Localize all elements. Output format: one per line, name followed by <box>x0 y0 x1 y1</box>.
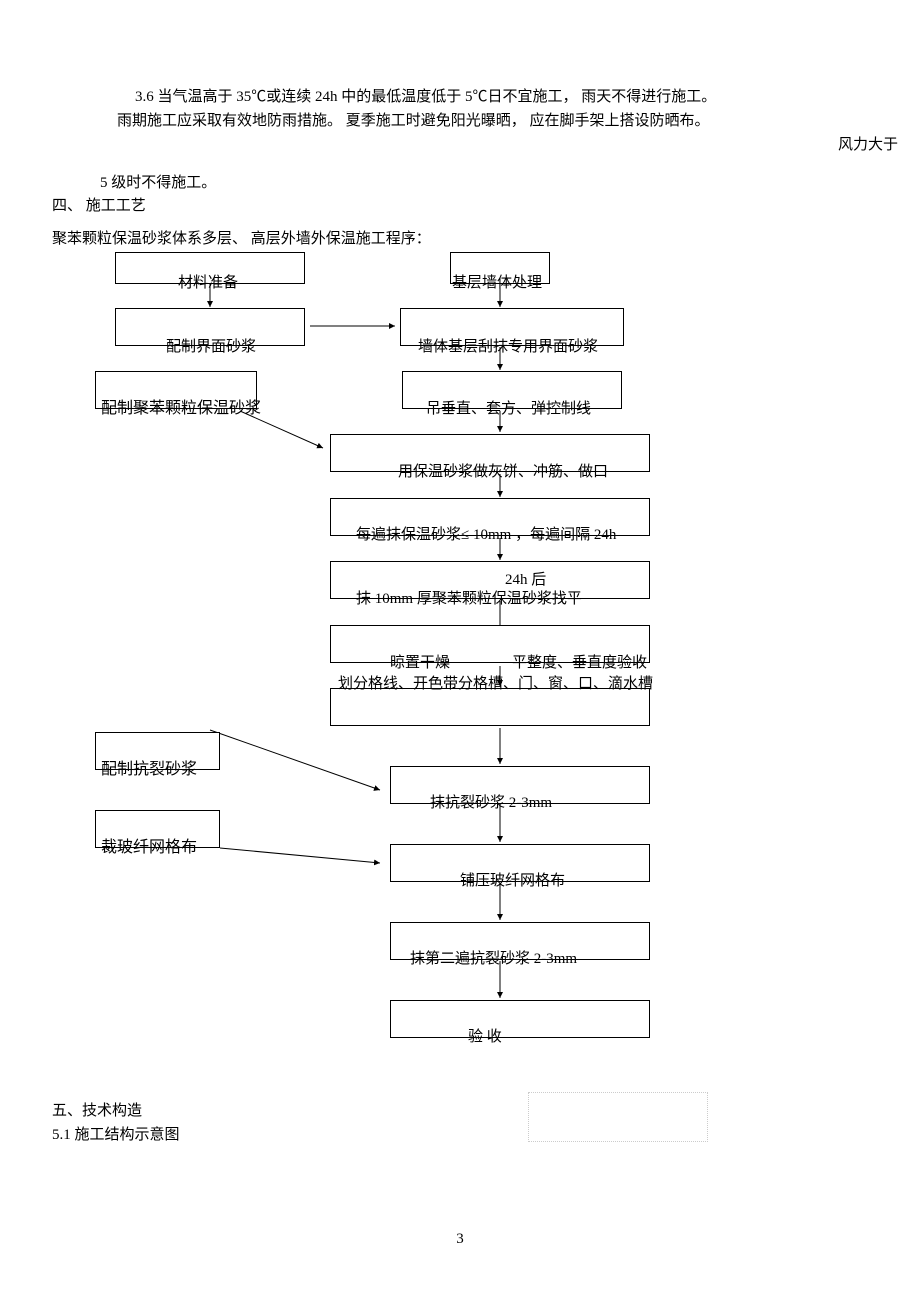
label-insulation-base: 用保温砂浆做灰饼、冲筋、做口 <box>398 461 608 484</box>
label-accept: 验 收 <box>468 1026 502 1049</box>
label-24h-b: 抹 10mm 厚聚苯颗粒保温砂浆找平 <box>356 588 582 611</box>
text-5-1: 5.1 施工结构示意图 <box>52 1124 180 1147</box>
document-page: 3.6 当气温高于 35℃或连续 24h 中的最低温度低于 5℃日不宜施工， 雨… <box>0 0 920 1303</box>
label-crack-mortar: 配制抗裂砂浆 <box>101 758 197 782</box>
box-accept <box>390 1000 650 1038</box>
heading-5: 五、技术构造 <box>52 1100 142 1123</box>
text-rain: 雨期施工应采取有效地防雨措施。 夏季施工时避免阳光曝晒， 应在脚手架上搭设防晒布… <box>117 110 907 133</box>
label-grooves: 划分格线、开色带分格槽、门、窗、口、滴水槽 <box>338 673 648 696</box>
heading-4: 四、 施工工艺 <box>52 195 146 218</box>
label-material-prep: 材料准备 <box>178 272 238 295</box>
label-interface-apply: 墙体基层刮抹专用界面砂浆 <box>418 336 598 359</box>
label-dry-b: 平整度、垂直度验收 <box>512 652 647 675</box>
label-base-wall: 基层墙体处理 <box>452 272 542 295</box>
label-prepare-insulation: 配制聚苯颗粒保温砂浆 <box>101 397 261 421</box>
text-wind: 风力大于 <box>838 134 898 157</box>
label-each-pass: 每遍抹保温砂浆≤ 10mm ，每遍间隔 24h <box>356 524 616 547</box>
text-3-6: 3.6 当气温高于 35℃或连续 24h 中的最低温度低于 5℃日不宜施工， 雨… <box>135 86 895 109</box>
label-second-crack: 抹第二遍抗裂砂浆 2-3mm <box>410 948 577 971</box>
label-apply-crack: 抹抗裂砂浆 2-3mm <box>430 792 552 815</box>
text-process-intro: 聚苯颗粒保温砂浆体系多层、 高层外墙外保温施工程序： <box>52 228 431 251</box>
label-press-mesh: 铺压玻纤网格布 <box>460 870 565 893</box>
label-dry-a: 晾置干燥 <box>390 652 450 675</box>
label-interface-mortar: 配制界面砂浆 <box>166 336 256 359</box>
label-mesh-cut: 裁玻纤网格布 <box>101 836 197 860</box>
placeholder-figure <box>528 1092 708 1142</box>
text-level5: 5 级时不得施工。 <box>100 172 216 195</box>
label-plumb: 吊垂直、套方、弹控制线 <box>426 398 591 421</box>
page-number: 3 <box>0 1228 920 1251</box>
